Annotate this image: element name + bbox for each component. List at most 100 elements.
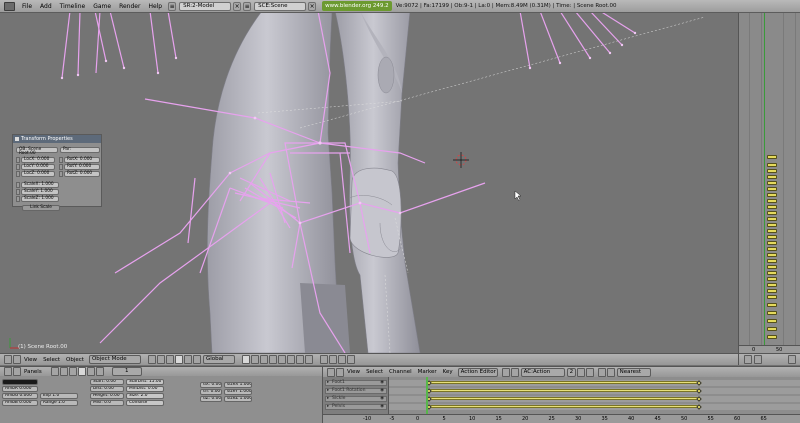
locy-field[interactable]: LocY: 0.000 (21, 164, 55, 170)
star-size-field[interactable]: Size: 2.0 (126, 393, 164, 399)
side-keyframe[interactable] (767, 155, 777, 159)
side-keyframe[interactable] (767, 289, 777, 293)
rotate-manipulator-icon[interactable] (183, 355, 192, 364)
draw-type-icon[interactable] (147, 355, 156, 364)
scale-manipulator-icon[interactable] (192, 355, 201, 364)
lock-locz-icon[interactable] (16, 171, 20, 177)
side-keyframe[interactable] (767, 199, 777, 203)
layer-3-button[interactable] (259, 355, 268, 364)
side-keyframe[interactable] (767, 265, 777, 269)
editor-mode-select[interactable]: Action Editor (457, 367, 498, 377)
lock-layers-icon[interactable] (319, 355, 328, 364)
channel-item[interactable]: Foot1 ◉ (325, 380, 387, 386)
lock-scalex-icon[interactable] (16, 182, 20, 188)
menu-key[interactable]: Key (440, 369, 456, 375)
side-action-editor[interactable]: 0 50 (738, 13, 800, 353)
scalex-field[interactable]: ScaleX: 1.000 (21, 182, 59, 188)
side-keyframe[interactable] (767, 211, 777, 215)
eye-icon[interactable]: ◉ (380, 404, 384, 409)
scene-field[interactable]: SCE:Scene (254, 1, 307, 11)
action-name-field[interactable]: AC:Action (520, 367, 565, 377)
screen-field[interactable]: SR:2-Model (179, 1, 232, 11)
lock-icon[interactable] (501, 367, 510, 377)
key-hold-bar[interactable] (429, 405, 699, 408)
frame-number-field[interactable]: 1 (111, 367, 142, 376)
script-context-icon[interactable] (95, 367, 104, 376)
scene-context-icon[interactable] (77, 367, 86, 376)
side-keyframe[interactable] (767, 247, 777, 251)
editor-type-icon[interactable] (4, 355, 12, 364)
lock-rotz-icon[interactable] (59, 171, 63, 177)
side-keyframe[interactable] (767, 259, 777, 263)
render-preview-icon[interactable] (337, 355, 346, 364)
lock-locx-icon[interactable] (16, 157, 20, 163)
scalez-field[interactable]: ScaleZ: 1.000 (21, 196, 59, 202)
star-mindist-field[interactable]: MinDist: 0.00 (126, 386, 164, 392)
layer-5-button[interactable] (277, 355, 286, 364)
side-keyframe[interactable] (767, 311, 777, 315)
key-hold-bar[interactable] (429, 397, 699, 400)
copy-keys-icon[interactable] (597, 367, 606, 377)
manipulator-toggle-icon[interactable] (165, 355, 174, 364)
texture-dy-field[interactable]: dY: 0.00 (200, 389, 222, 395)
side-keyframe[interactable] (767, 163, 777, 167)
eye-icon[interactable]: ◉ (380, 380, 384, 385)
layer-2-button[interactable] (250, 355, 259, 364)
editor-type-icon[interactable] (327, 367, 335, 377)
mist-start-field[interactable]: Start: 0.00 (90, 379, 124, 385)
fake-user-icon[interactable] (576, 367, 585, 377)
scene-delete-icon[interactable]: × (308, 1, 317, 11)
side-keyframe[interactable] (767, 241, 777, 245)
snap-mode-select[interactable]: Nearest (616, 367, 651, 377)
side-keyframe[interactable] (767, 175, 777, 179)
menu-help[interactable]: Help (144, 3, 166, 10)
3d-viewport[interactable]: Transform Properties OB: Scene Root.00 P… (0, 13, 738, 353)
lock-locy-icon[interactable] (16, 164, 20, 170)
texture-dx-field[interactable]: dX: 0.00 (200, 382, 222, 388)
action-browse-icon[interactable] (510, 367, 519, 377)
side-keyframe[interactable] (767, 319, 777, 323)
paste-keys-icon[interactable] (606, 367, 615, 377)
menu-view[interactable]: View (344, 369, 363, 375)
eye-icon[interactable]: ◉ (380, 396, 384, 401)
key-hold-bar[interactable] (429, 389, 699, 392)
range-field[interactable]: Range 1.0 (40, 400, 78, 406)
side-keyframe[interactable] (767, 335, 777, 339)
side-keyframe[interactable] (767, 327, 777, 331)
lock-roty-icon[interactable] (59, 164, 63, 170)
rotz-field[interactable]: RotZ: 0.000 (64, 171, 100, 177)
texture-sizey-field[interactable]: sizeY 1.000 (224, 389, 252, 395)
snap-icon[interactable] (328, 355, 337, 364)
collapse-menus-icon[interactable] (13, 355, 21, 364)
mist-height-field[interactable]: Height: 0.00 (90, 393, 124, 399)
editing-context-icon[interactable] (68, 367, 77, 376)
menu-add[interactable]: Add (36, 3, 56, 10)
translate-manipulator-icon[interactable] (174, 355, 183, 364)
side-keyframe[interactable] (767, 187, 777, 191)
roty-field[interactable]: RotY: 0.000 (64, 164, 100, 170)
editor-type-icon[interactable] (4, 1, 15, 11)
side-keyframe[interactable] (767, 205, 777, 209)
layer-1-button[interactable] (241, 355, 250, 364)
action-users-field[interactable]: 2 (566, 367, 576, 377)
side-keyframe[interactable] (767, 277, 777, 281)
lock-scaley-icon[interactable] (16, 189, 20, 195)
star-dist-field[interactable]: StarDist: 15.00 (126, 379, 164, 385)
side-keyframe[interactable] (767, 303, 777, 307)
layer-4-button[interactable] (268, 355, 277, 364)
menu-view[interactable]: View (21, 357, 40, 363)
layer-6-button[interactable] (286, 355, 295, 364)
side-keyframe[interactable] (767, 193, 777, 197)
menu-game[interactable]: Game (89, 3, 115, 10)
lock-scalez-icon[interactable] (16, 196, 20, 202)
side-keyframe[interactable] (767, 271, 777, 275)
collapse-menus-icon[interactable] (13, 367, 21, 376)
blender-site-link[interactable]: www.blender.org 249.2 (322, 1, 392, 11)
shading-context-icon[interactable] (50, 367, 59, 376)
menu-select[interactable]: Select (40, 357, 63, 363)
keyframe-area[interactable] (389, 377, 800, 415)
texture-sizez-field[interactable]: sizeZ 1.000 (224, 396, 252, 402)
side-keyframe[interactable] (767, 229, 777, 233)
editor-type-icon[interactable] (4, 367, 12, 376)
world-color-swatch[interactable] (2, 379, 38, 385)
